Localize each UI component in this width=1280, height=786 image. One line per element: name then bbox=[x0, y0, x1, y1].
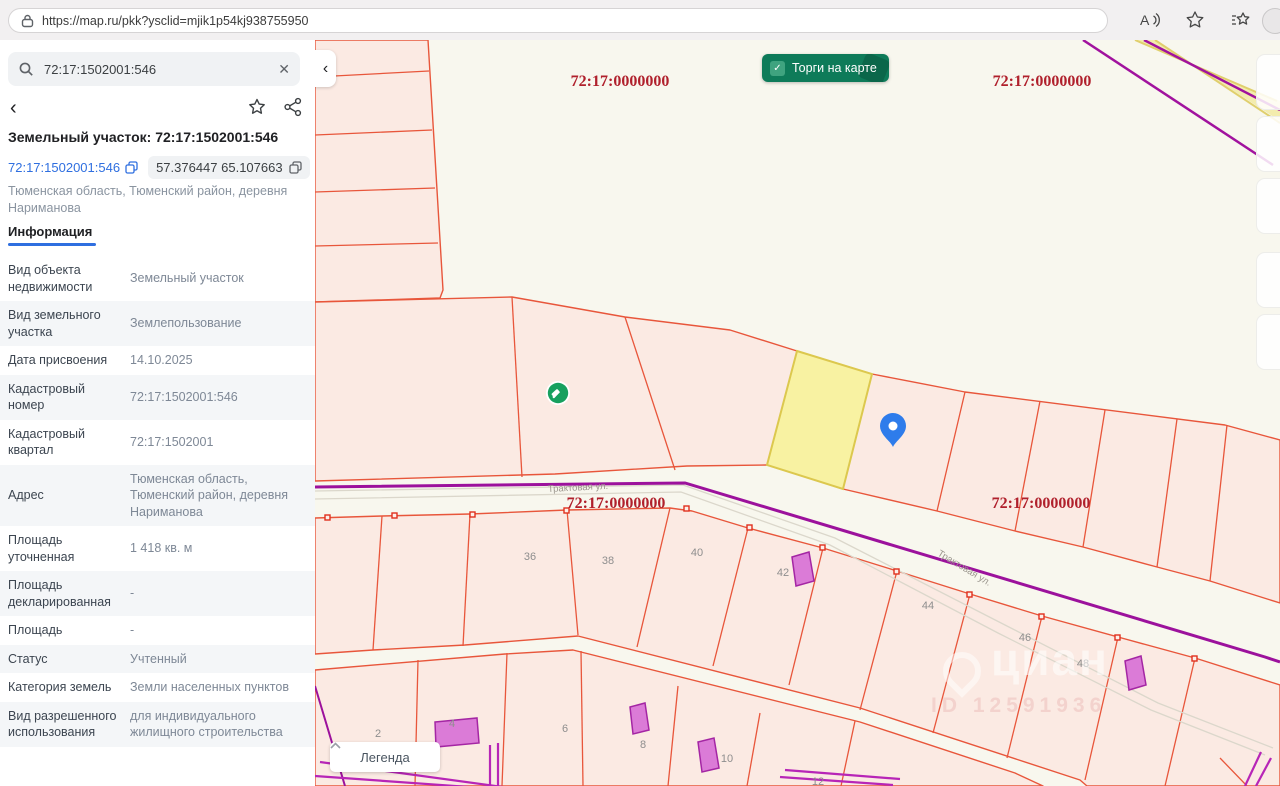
copy-icon[interactable] bbox=[125, 161, 138, 174]
map-control-button[interactable] bbox=[1256, 116, 1280, 172]
cadastral-map[interactable]: 72:17:0000000 72:17:0000000 72:17:000000… bbox=[315, 40, 1280, 786]
sidebar: ✕ ‹ Земельный участок: 72:17:1502001:546… bbox=[0, 40, 315, 786]
table-row: Площадь уточненная 1 418 кв. м bbox=[0, 526, 315, 571]
parcel-number: 12 bbox=[812, 776, 824, 786]
parcel-number: 40 bbox=[691, 547, 703, 559]
checkmark-icon: ✓ bbox=[770, 61, 785, 76]
parcel-number: 48 bbox=[1077, 658, 1089, 670]
table-row: Кадастровый номер 72:17:1502001:546 bbox=[0, 375, 315, 420]
quarter-label: 72:17:0000000 bbox=[992, 495, 1091, 512]
search-bar[interactable]: ✕ bbox=[8, 52, 300, 86]
auction-marker-icon[interactable] bbox=[546, 381, 570, 405]
table-row: Адрес Тюменская область, Тюменский район… bbox=[0, 465, 315, 527]
highway-top-right bbox=[1083, 40, 1280, 165]
site-info-lock-icon[interactable] bbox=[21, 14, 34, 28]
collections-icon[interactable] bbox=[1230, 9, 1252, 31]
street-label: Трактовая ул. bbox=[935, 548, 992, 589]
map-control-button[interactable] bbox=[1256, 54, 1280, 110]
trades-button-label: Торги на карте bbox=[792, 61, 877, 75]
chevron-up-icon bbox=[330, 742, 341, 749]
table-row: Кадастровый квартал 72:17:1502001 bbox=[0, 420, 315, 465]
browser-chrome: https://map.ru/pkk?ysclid=mjik1p54kj9387… bbox=[0, 0, 1280, 41]
table-row: Вид разрешенного использования для индив… bbox=[0, 702, 315, 747]
parcel-number: 46 bbox=[1019, 632, 1031, 644]
legend-label: Легенда bbox=[360, 750, 409, 765]
parcel-number: 2 bbox=[375, 728, 381, 740]
table-row: Статус Учтенный bbox=[0, 645, 315, 674]
parcel-number: 38 bbox=[602, 555, 614, 567]
tab-information[interactable]: Информация bbox=[8, 224, 92, 239]
building[interactable] bbox=[435, 718, 479, 747]
favorite-parcel-star-icon[interactable] bbox=[247, 97, 267, 117]
parcel-number: 44 bbox=[922, 600, 934, 612]
quarter-label: 72:17:0000000 bbox=[567, 495, 666, 512]
table-row: Вид земельного участка Землепользование bbox=[0, 301, 315, 346]
tab-active-underline bbox=[8, 243, 96, 246]
quarter-label: 72:17:0000000 bbox=[993, 73, 1092, 90]
table-row: Вид объекта недвижимости Земельный участ… bbox=[0, 256, 315, 301]
table-row: Площадь декларированная - bbox=[0, 571, 315, 616]
address-bar[interactable]: https://map.ru/pkk?ysclid=mjik1p54kj9387… bbox=[8, 8, 1108, 33]
parcel-number: 6 bbox=[562, 723, 568, 735]
coordinates-chip[interactable]: 57.376447 65.107663 bbox=[148, 156, 310, 179]
url-text[interactable]: https://map.ru/pkk?ysclid=mjik1p54kj9387… bbox=[42, 14, 308, 28]
search-icon bbox=[18, 61, 34, 77]
map-control-button[interactable] bbox=[1256, 314, 1280, 370]
cadastral-number-text[interactable]: 72:17:1502001:546 bbox=[8, 160, 120, 175]
coordinates-text: 57.376447 65.107663 bbox=[156, 160, 283, 175]
object-address: Тюменская область, Тюменский район, дере… bbox=[8, 183, 300, 217]
trades-on-map-button[interactable]: ✓ Торги на карте bbox=[762, 54, 889, 82]
back-button[interactable]: ‹ bbox=[10, 96, 17, 120]
parcel-number: 10 bbox=[721, 753, 733, 765]
parcel-number: 4 bbox=[449, 718, 455, 730]
cadastral-number-link[interactable]: 72:17:1502001:546 bbox=[8, 160, 138, 175]
parcel-number: 42 bbox=[777, 567, 789, 579]
svg-text:A: A bbox=[1140, 12, 1150, 28]
page-title: Земельный участок: 72:17:1502001:546 bbox=[8, 129, 308, 145]
read-aloud-icon[interactable]: A bbox=[1138, 9, 1160, 31]
table-row: Площадь - bbox=[0, 616, 315, 645]
parcel-number: 36 bbox=[524, 551, 536, 563]
street-label: Трактовая ул. bbox=[548, 481, 609, 495]
map-control-button[interactable] bbox=[1256, 252, 1280, 308]
sidebar-collapse-button[interactable]: ‹ bbox=[315, 50, 336, 87]
legend-button[interactable]: Легенда bbox=[330, 742, 440, 772]
profile-avatar[interactable] bbox=[1262, 8, 1280, 34]
table-row: Категория земель Земли населенных пункто… bbox=[0, 673, 315, 702]
clear-search-icon[interactable]: ✕ bbox=[278, 61, 290, 78]
copy-icon[interactable] bbox=[289, 161, 302, 174]
share-icon[interactable] bbox=[283, 97, 303, 117]
quarter-label: 72:17:0000000 bbox=[571, 73, 670, 90]
building[interactable] bbox=[630, 703, 649, 734]
info-table: Вид объекта недвижимости Земельный участ… bbox=[0, 256, 315, 747]
parcel-number: 8 bbox=[640, 739, 646, 751]
favorite-star-icon[interactable] bbox=[1184, 9, 1206, 31]
map-control-button[interactable] bbox=[1256, 178, 1280, 234]
table-row: Дата присвоения 14.10.2025 bbox=[0, 346, 315, 375]
search-input[interactable] bbox=[42, 61, 278, 78]
